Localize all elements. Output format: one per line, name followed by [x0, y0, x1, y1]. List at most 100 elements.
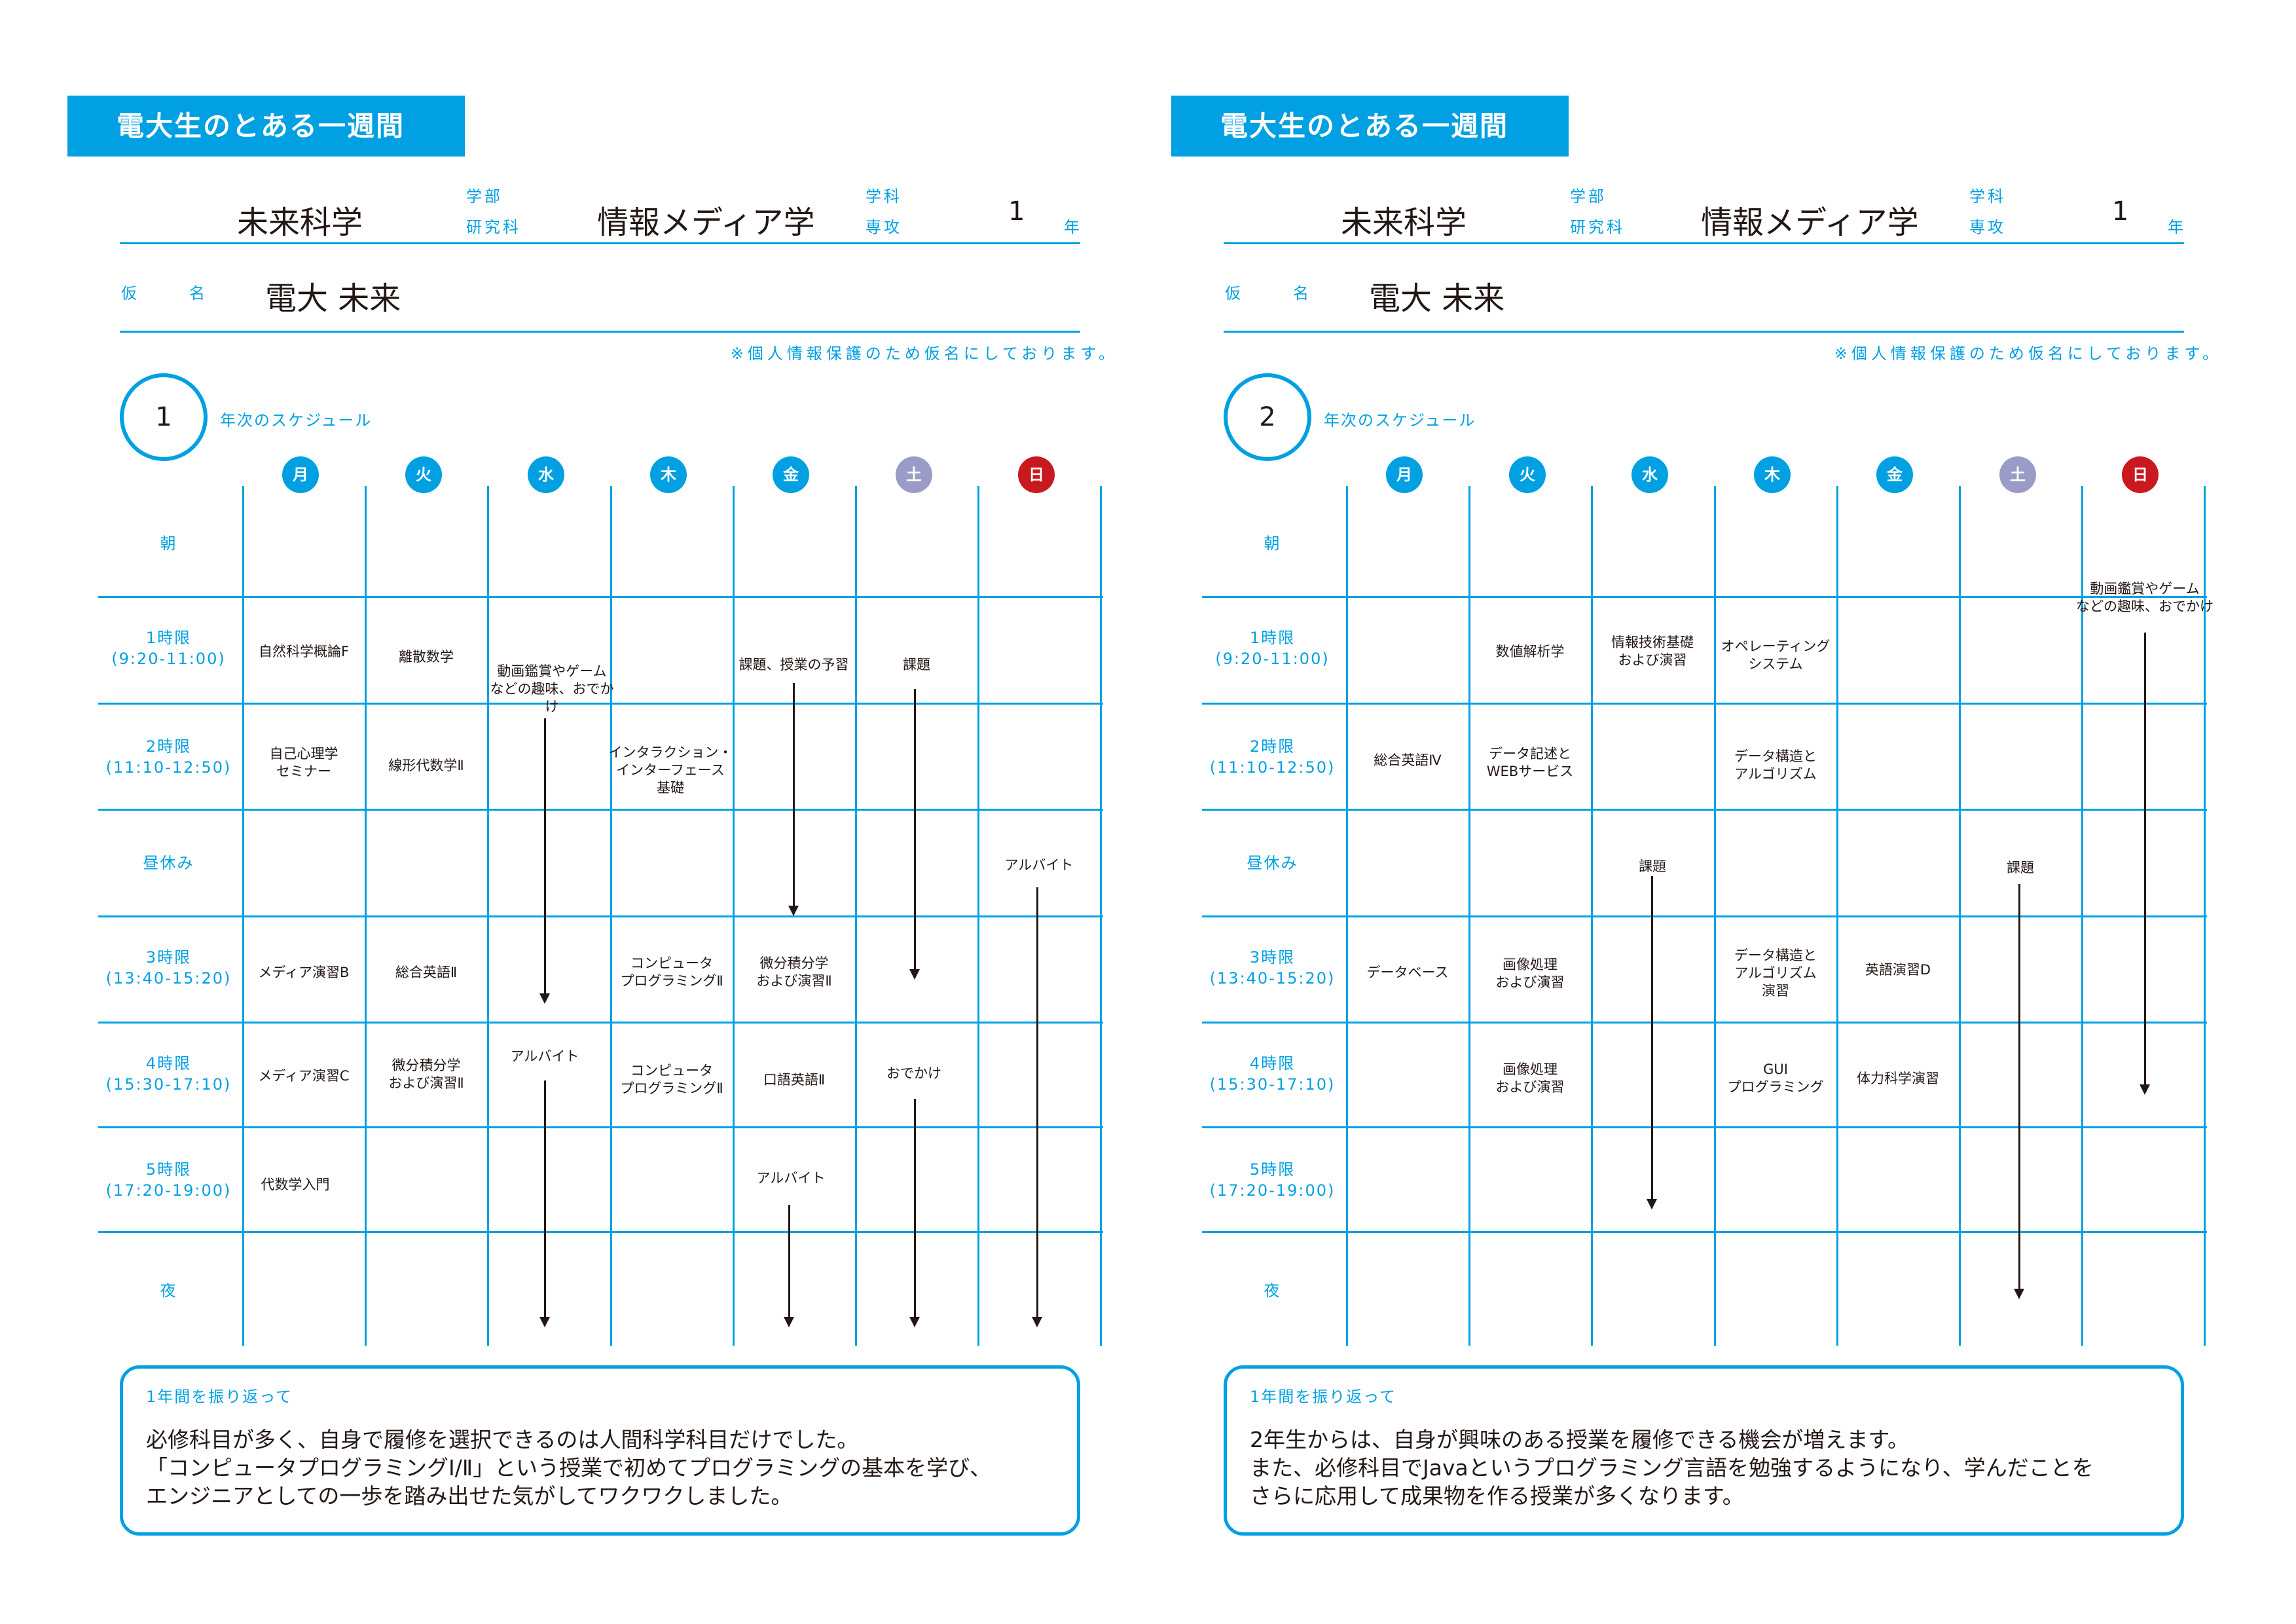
- arrow-line: [539, 718, 550, 1004]
- review-box: 1年間を振り返って 2年生からは、自身が興味のある授業を履修できる機会が増えます…: [1224, 1365, 2184, 1536]
- activity-cell: 課題: [1639, 858, 1666, 874]
- class-cell: 数値解析学: [1495, 644, 1565, 659]
- class-cell: 情報技術基礎 および演習: [1611, 635, 1694, 668]
- activity-cell: 課題、授業の予習: [738, 657, 849, 673]
- period-5: 5時限 (17:20-19:00): [1209, 1160, 1336, 1200]
- activity-cell: 課題: [903, 657, 930, 673]
- activity-cell: アルバイト: [510, 1048, 579, 1064]
- class-cell: メディア演習B: [258, 965, 350, 980]
- class-cell: コンピュータ プログラミングⅡ: [620, 1063, 723, 1096]
- review-body: 必修科目が多く、自身で履修を選択できるのは人間科学科目だけでした。 「コンピュー…: [146, 1427, 992, 1509]
- period-2: 2時限 (11:10-12:50): [105, 737, 232, 777]
- divider: [120, 331, 1080, 333]
- divider: [1224, 242, 2184, 244]
- class-cell: データ構造と アルゴリズム 演習: [1734, 948, 1817, 999]
- activity-cell: おでかけ: [886, 1065, 941, 1081]
- day-tue: 火: [1509, 456, 1546, 493]
- grid-line: [1202, 596, 2207, 598]
- day-fri: 金: [1876, 456, 1913, 493]
- review-body: 2年生からは、自身が興味のある授業を履修できる機会が増えます。 また、必修科目で…: [1250, 1427, 2094, 1509]
- grid-line: [1202, 703, 2207, 705]
- class-cell: 微分積分学 および演習Ⅱ: [756, 955, 832, 989]
- class-cell: 線形代数学Ⅱ: [388, 758, 464, 773]
- day-thu: 木: [650, 456, 687, 493]
- class-cell: 離散数学: [399, 649, 454, 665]
- faculty-label: 学部: [1570, 187, 1607, 206]
- period-night: 夜: [1264, 1282, 1281, 1300]
- class-cell: データ記述と WEBサービス: [1486, 746, 1574, 779]
- class-cell: 口語英語Ⅱ: [763, 1072, 826, 1088]
- period-4: 4時限 (15:30-17:10): [105, 1054, 232, 1094]
- major-label: 専攻: [866, 218, 902, 236]
- grid-line: [1202, 915, 2207, 917]
- grid-line: [1202, 1126, 2207, 1128]
- year-circle: 1: [120, 373, 208, 461]
- divider: [1224, 331, 2184, 333]
- period-1: 1時限 (9:20-11:00): [1215, 629, 1330, 668]
- faculty-label: 学部: [466, 187, 503, 206]
- period-3: 3時限 (13:40-15:20): [105, 948, 232, 987]
- activity-cell: アルバイト: [756, 1170, 826, 1186]
- period-lunch: 昼休み: [1247, 854, 1298, 872]
- period-4: 4時限 (15:30-17:10): [1209, 1054, 1336, 1094]
- day-wed: 水: [528, 456, 564, 493]
- class-cell: 総合英語Ⅱ: [395, 965, 458, 980]
- privacy-note: ※個人情報保護のため仮名にしております。: [730, 344, 1118, 363]
- name-value: 電大 未来: [1369, 280, 1505, 317]
- grid-line: [98, 915, 1103, 917]
- year-label: 年: [1064, 218, 1082, 236]
- department-label: 学科: [1969, 187, 2006, 206]
- arrow-line: [1032, 887, 1042, 1327]
- graduate-label: 研究科: [466, 218, 521, 236]
- graduate-label: 研究科: [1570, 218, 1625, 236]
- period-morning: 朝: [1264, 534, 1281, 553]
- major-label: 専攻: [1969, 218, 2006, 236]
- arrow-line: [788, 683, 799, 916]
- grid-line: [1202, 1022, 2207, 1024]
- day-fri: 金: [773, 456, 809, 493]
- grid-line: [98, 1126, 1103, 1128]
- grade-number: 1: [155, 402, 172, 432]
- arrow-line: [2140, 633, 2150, 1095]
- schedule-page-2: 電大生のとある一週間 未来科学 学部 研究科 情報メディア学 学科 専攻 1 年…: [1104, 0, 2251, 1624]
- arrow-line: [539, 1080, 550, 1327]
- schedule-label: 年次のスケジュール: [1324, 411, 1476, 430]
- name-label: 仮 名: [121, 284, 223, 303]
- grid-line: [1202, 809, 2207, 811]
- arrow-line: [909, 1099, 920, 1327]
- class-cell: GUI プログラミング: [1727, 1061, 1824, 1095]
- period-1: 1時限 (9:20-11:00): [111, 629, 226, 668]
- title-banner: 電大生のとある一週間: [1171, 96, 1569, 157]
- faculty-value: 未来科学: [1341, 204, 1467, 241]
- day-tue: 火: [405, 456, 442, 493]
- year-circle: 2: [1224, 373, 1311, 461]
- arrow-line: [1647, 876, 1657, 1209]
- period-morning: 朝: [160, 534, 177, 553]
- year-value: 1: [2112, 196, 2129, 227]
- day-mon: 月: [282, 456, 319, 493]
- class-cell: 体力科学演習: [1857, 1071, 1939, 1086]
- day-sat: 土: [1999, 456, 2036, 493]
- period-night: 夜: [160, 1282, 177, 1300]
- year-value: 1: [1008, 196, 1025, 227]
- activity-cell: アルバイト: [1004, 857, 1074, 873]
- class-cell: オペレーティング システム: [1721, 638, 1831, 672]
- class-cell: 画像処理 および演習: [1495, 957, 1565, 990]
- activity-cell: 課題: [2007, 860, 2034, 876]
- arrow-line: [2014, 884, 2024, 1299]
- review-title: 1年間を振り返って: [1250, 1388, 1397, 1406]
- period-3: 3時限 (13:40-15:20): [1209, 948, 1336, 987]
- class-cell: 総合英語Ⅳ: [1374, 752, 1442, 768]
- class-cell: 画像処理 および演習: [1495, 1061, 1565, 1095]
- day-sun: 日: [1018, 456, 1055, 493]
- activity-cell: 動画鑑賞やゲーム などの趣味、おでかけ: [490, 663, 614, 714]
- day-sat: 土: [896, 456, 932, 493]
- class-cell: 代数学入門: [261, 1177, 330, 1192]
- class-cell: 自然科学概論F: [258, 644, 350, 659]
- department-value: 情報メディア学: [597, 204, 815, 241]
- department-value: 情報メディア学: [1701, 204, 1919, 241]
- privacy-note: ※個人情報保護のため仮名にしております。: [1834, 344, 2222, 363]
- schedule-label: 年次のスケジュール: [220, 411, 373, 430]
- arrow-line: [784, 1205, 794, 1327]
- review-title: 1年間を振り返って: [146, 1388, 293, 1406]
